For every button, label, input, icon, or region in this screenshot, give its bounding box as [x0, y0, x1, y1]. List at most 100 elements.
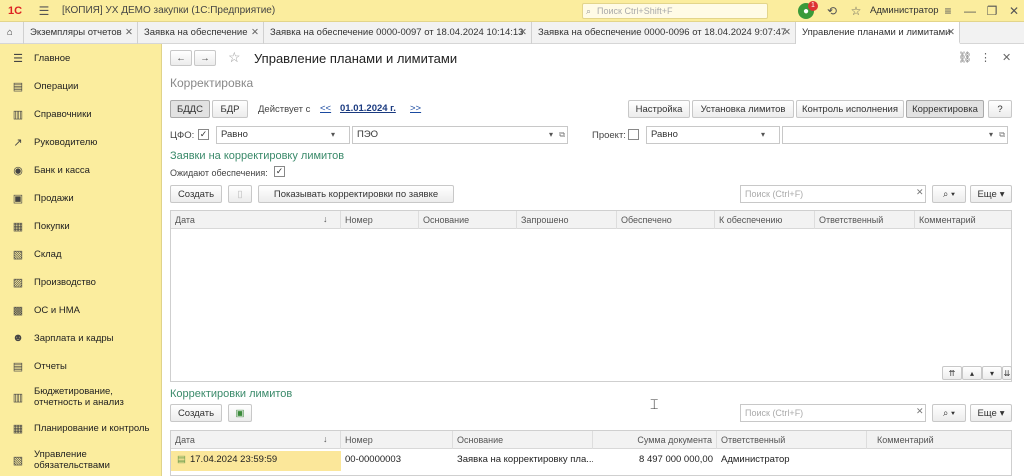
corrections-search-input[interactable]: Поиск (Ctrl+F) [740, 404, 926, 422]
help-button[interactable]: ? [988, 100, 1012, 118]
copy-button[interactable]: ▯ [228, 185, 252, 203]
row-date-cell[interactable]: ▤ 17.04.2024 23:59:59 [171, 451, 341, 471]
sidebar-item-purchases[interactable]: ▦ Покупки [0, 212, 162, 240]
col-responsible[interactable]: Ответственный [815, 211, 915, 229]
requests-more-button[interactable]: Еще ▾ [970, 185, 1012, 203]
close-window-icon[interactable]: ✕ [1006, 3, 1022, 19]
sidebar-item-salary[interactable]: ☻ Зарплата и кадры [0, 324, 162, 352]
scroll-up-button[interactable]: ▴ [962, 366, 982, 380]
corrections-table[interactable]: Дата ↓ Номер Основание Сумма документа О… [170, 430, 1012, 476]
col-comment[interactable]: Комментарий [915, 211, 1011, 229]
scroll-down-button[interactable]: ▾ [982, 366, 1002, 380]
sidebar-item-reports[interactable]: ▤ Отчеты [0, 352, 162, 380]
cfo-condition-select[interactable]: Равно ▾ [216, 126, 350, 144]
scroll-bottom-button[interactable]: ⇊ [1002, 366, 1012, 380]
tab-report-instances[interactable]: Экземпляры отчетов ✕ [24, 22, 138, 44]
attach-button[interactable]: ▣ [228, 404, 252, 422]
col-requested[interactable]: Запрошено [517, 211, 617, 229]
col-basis[interactable]: Основание [453, 431, 593, 449]
col-date[interactable]: Дата [171, 211, 341, 229]
link-icon[interactable]: ⛓ [958, 51, 972, 64]
next-period-link[interactable]: >> [410, 103, 421, 114]
sidebar-item-catalogs[interactable]: ▥ Справочники [0, 100, 162, 128]
chevron-down-icon[interactable]: ▾ [761, 127, 765, 143]
global-search-input[interactable]: ⌕ Поиск Ctrl+Shift+F [582, 3, 768, 19]
search-options-button[interactable]: ⌕ ▾ [932, 185, 966, 203]
chevron-down-icon[interactable]: ▾ [331, 127, 335, 143]
sidebar-item-planning[interactable]: ▦ Планирование и контроль [0, 414, 162, 442]
corrections-more-button[interactable]: Еще ▾ [970, 404, 1012, 422]
bdr-button[interactable]: БДР [212, 100, 248, 118]
show-corrections-button[interactable]: Показывать корректировки по заявке [258, 185, 454, 203]
bdds-button[interactable]: БДДС [170, 100, 210, 118]
sidebar-item-main[interactable]: ☰ Главное [0, 44, 162, 72]
project-value-field[interactable]: ▾ ⧉ [782, 126, 1008, 144]
execution-control-button[interactable]: Контроль исполнения [796, 100, 904, 118]
close-tab-icon[interactable]: ✕ [251, 22, 259, 43]
set-limits-button[interactable]: Установка лимитов [692, 100, 794, 118]
sidebar-item-obligations[interactable]: ▧ Управление обязательствами [0, 444, 162, 476]
cfo-checkbox[interactable]: ✓ [198, 129, 209, 140]
close-tab-icon[interactable]: ✕ [783, 22, 791, 43]
favorite-star-icon[interactable]: ☆ [228, 49, 241, 66]
project-checkbox[interactable] [628, 129, 639, 140]
sidebar-item-operations[interactable]: ▤ Операции [0, 72, 162, 100]
awaiting-checkbox[interactable]: ✓ [274, 166, 285, 177]
col-basis[interactable]: Основание [419, 211, 517, 229]
search-options-button[interactable]: ⌕ ▾ [932, 404, 966, 422]
more-vertical-icon[interactable]: ⋮ [980, 51, 991, 64]
home-tab[interactable]: ⌂ [0, 22, 24, 44]
col-provided[interactable]: Обеспечено [617, 211, 715, 229]
project-condition-select[interactable]: Равно ▾ [646, 126, 780, 144]
minimize-icon[interactable]: — [962, 3, 978, 19]
create-correction-button[interactable]: Создать [170, 404, 222, 422]
col-responsible[interactable]: Ответственный [717, 431, 867, 449]
cfo-value-field[interactable]: ПЭО ▾ ⧉ [352, 126, 568, 144]
tab-supply-request[interactable]: Заявка на обеспечение ✕ [138, 22, 264, 44]
tab-supply-request-0097[interactable]: Заявка на обеспечение 0000-0097 от 18.04… [264, 22, 532, 44]
tab-supply-request-0096[interactable]: Заявка на обеспечение 0000-0096 от 18.04… [532, 22, 796, 44]
table-row[interactable]: ▤ 17.04.2024 23:59:59 00-00000003 Заявка … [171, 450, 1011, 471]
clear-search-icon[interactable]: ✕ [916, 187, 924, 198]
create-request-button[interactable]: Создать [170, 185, 222, 203]
sidebar-item-budgeting[interactable]: ▥ Бюджетирование, отчетность и анализ [0, 380, 162, 414]
clear-search-icon[interactable]: ✕ [916, 406, 924, 417]
favorites-star-icon[interactable]: ☆ [848, 3, 864, 19]
user-name[interactable]: Администратор [870, 5, 939, 16]
back-button[interactable]: ← [170, 50, 192, 66]
settings-button[interactable]: Настройка [628, 100, 690, 118]
restore-icon[interactable]: ❐ [984, 3, 1000, 19]
requests-search-input[interactable]: Поиск (Ctrl+F) [740, 185, 926, 203]
col-amount[interactable]: Сумма документа [593, 431, 717, 449]
date-link[interactable]: 01.01.2024 г. [340, 103, 396, 114]
sidebar-item-bank[interactable]: ◉ Банк и касса [0, 156, 162, 184]
scroll-top-button[interactable]: ⇈ [942, 366, 962, 380]
close-tab-icon[interactable]: ✕ [125, 22, 133, 43]
col-number[interactable]: Номер [341, 211, 419, 229]
col-to-provide[interactable]: К обеспечению [715, 211, 815, 229]
sidebar-item-warehouse[interactable]: ▧ Склад [0, 240, 162, 268]
prev-period-link[interactable]: << [320, 103, 331, 114]
chevron-down-icon[interactable]: ▾ [549, 127, 553, 143]
close-tab-icon[interactable]: ✕ [519, 22, 527, 43]
requests-table[interactable]: Дата ↓ Номер Основание Запрошено Обеспеч… [170, 210, 1012, 382]
main-menu-icon[interactable]: ☰ [36, 3, 52, 19]
sidebar-item-assets[interactable]: ▩ ОС и НМА [0, 296, 162, 324]
col-comment[interactable]: Комментарий [867, 431, 1011, 449]
correction-button[interactable]: Корректировка [906, 100, 984, 118]
tab-plans-limits[interactable]: Управление планами и лимитами ✕ [796, 22, 960, 44]
settings-icon[interactable]: ≡ [940, 3, 956, 19]
close-tab-icon[interactable]: ✕ [947, 22, 955, 42]
open-icon[interactable]: ⧉ [559, 127, 565, 143]
open-icon[interactable]: ⧉ [999, 127, 1005, 143]
close-form-icon[interactable]: ✕ [1002, 51, 1011, 64]
1c-logo-icon[interactable]: 1С [4, 3, 26, 19]
sidebar-item-manager[interactable]: ↗ Руководителю [0, 128, 162, 156]
forward-button[interactable]: → [194, 50, 216, 66]
col-number[interactable]: Номер [341, 431, 453, 449]
sidebar-item-sales[interactable]: ▣ Продажи [0, 184, 162, 212]
chevron-down-icon[interactable]: ▾ [989, 127, 993, 143]
history-icon[interactable]: ⟲ [824, 3, 840, 19]
sidebar-item-production[interactable]: ▨ Производство [0, 268, 162, 296]
col-date[interactable]: Дата [171, 431, 341, 449]
